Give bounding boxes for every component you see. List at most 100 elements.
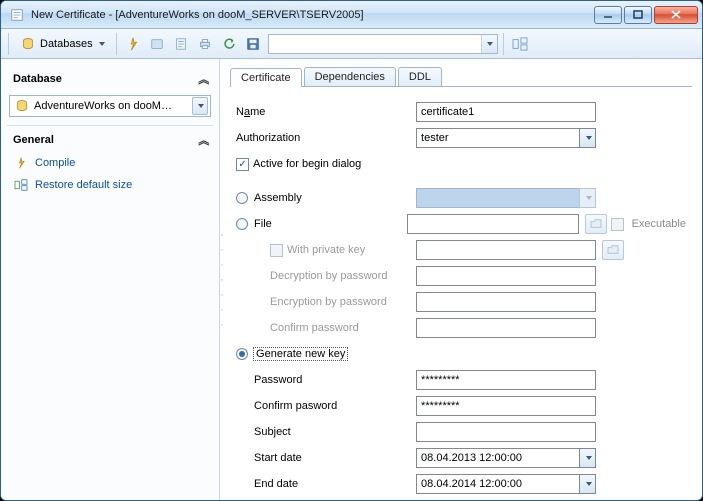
assembly-radio-row[interactable]: Assembly (236, 192, 416, 204)
separator (503, 33, 504, 55)
databases-label: Databases (40, 38, 93, 50)
browse-key-button (602, 240, 624, 260)
file-label: File (254, 218, 272, 230)
tab-ddl-label: DDL (409, 71, 431, 83)
subject-input[interactable] (416, 422, 596, 442)
window-title: New Certificate - [AdventureWorks on doo… (31, 9, 594, 21)
chevron-down-icon (487, 42, 493, 46)
authorization-value[interactable] (416, 128, 596, 148)
executable-checkbox (611, 218, 624, 231)
end-date-label: End date (236, 478, 416, 490)
authorization-select[interactable] (416, 128, 596, 148)
private-key-path-input (416, 240, 596, 260)
file-radio-row[interactable]: File (236, 218, 407, 230)
save-button[interactable] (242, 33, 264, 55)
toolbar-combo[interactable] (268, 34, 498, 54)
separator (116, 33, 117, 55)
app-icon (9, 7, 25, 23)
decryption-label: Decryption by password (236, 270, 416, 282)
sidebar: Database ︽ AdventureWorks on dooM… Gener… (1, 59, 220, 500)
titlebar[interactable]: New Certificate - [AdventureWorks on doo… (1, 1, 702, 29)
generate-radio[interactable] (236, 348, 248, 360)
active-checkbox-row[interactable]: ✓ Active for begin dialog (236, 158, 361, 171)
chevron-down-icon (579, 448, 596, 468)
chevron-down-icon (579, 188, 596, 208)
confirm-password2-input[interactable] (416, 396, 596, 416)
file-radio[interactable] (236, 218, 248, 230)
restore-size-button[interactable] (509, 33, 531, 55)
minimize-button[interactable] (594, 6, 622, 24)
lightning-icon (13, 155, 29, 171)
assembly-radio[interactable] (236, 192, 248, 204)
generate-radio-row[interactable]: Generate new key (236, 348, 416, 360)
tabs: Certificate Dependencies DDL (230, 65, 692, 87)
group-database[interactable]: Database ︽ (7, 67, 213, 91)
chevron-down-icon (579, 128, 596, 148)
restore-label: Restore default size (35, 179, 132, 191)
encryption-label: Encryption by password (236, 296, 416, 308)
toolbar-button-3[interactable] (170, 33, 192, 55)
start-date-label: Start date (236, 452, 416, 464)
confirm-password2-label: Confirm pasword (236, 400, 416, 412)
certificate-form: Name Authorization ✓ Active for begin di… (230, 87, 692, 500)
databases-dropdown[interactable]: Databases (14, 33, 111, 55)
password-label: Password (236, 374, 416, 386)
name-label: Name (236, 106, 416, 118)
compile-link[interactable]: Compile (7, 152, 213, 174)
separator (8, 33, 9, 55)
tab-certificate[interactable]: Certificate (230, 68, 302, 87)
chevron-down-icon (192, 97, 208, 115)
password-input[interactable] (416, 370, 596, 390)
with-private-key-row: With private key (236, 244, 416, 257)
executable-label: Executable (632, 218, 686, 230)
file-path-input (407, 214, 579, 234)
toolbar: Databases (1, 29, 702, 59)
with-private-key-label: With private key (287, 244, 365, 256)
main-panel: Certificate Dependencies DDL Name Author… (224, 59, 702, 500)
tab-certificate-label: Certificate (241, 72, 291, 84)
authorization-label: Authorization (236, 132, 416, 144)
assembly-select (416, 188, 596, 208)
confirm-password1-input (416, 318, 596, 338)
start-date-value[interactable] (416, 448, 596, 468)
divider (7, 125, 213, 126)
restore-icon (13, 177, 29, 193)
toolbar-button-2[interactable] (146, 33, 168, 55)
assembly-label: Assembly (254, 192, 302, 204)
maximize-button[interactable] (624, 6, 652, 24)
end-date-value[interactable] (416, 474, 596, 494)
compile-label: Compile (35, 157, 75, 169)
database-icon (20, 36, 36, 52)
encryption-input (416, 292, 596, 312)
with-private-key-checkbox (270, 244, 283, 257)
decryption-input (416, 266, 596, 286)
active-label: Active for begin dialog (253, 158, 361, 170)
active-checkbox[interactable]: ✓ (236, 158, 249, 171)
chevron-down-icon (579, 474, 596, 494)
tab-dependencies-label: Dependencies (315, 71, 385, 83)
end-date-picker[interactable] (416, 474, 596, 494)
assembly-value (416, 188, 596, 208)
tab-ddl[interactable]: DDL (398, 67, 442, 86)
group-general-label: General (13, 134, 54, 146)
restore-size-link[interactable]: Restore default size (7, 174, 213, 196)
generate-label: Generate new key (254, 348, 347, 360)
confirm-password1-label: Confirm password (236, 322, 416, 334)
close-button[interactable] (654, 6, 698, 24)
collapse-icon: ︽ (198, 132, 207, 148)
database-value: AdventureWorks on dooM… (34, 100, 188, 112)
group-database-label: Database (13, 73, 62, 85)
chevron-down-icon (99, 42, 105, 46)
name-input[interactable] (416, 102, 596, 122)
compile-button[interactable] (122, 33, 144, 55)
database-icon (14, 98, 30, 114)
start-date-picker[interactable] (416, 448, 596, 468)
refresh-button[interactable] (218, 33, 240, 55)
subject-label: Subject (236, 426, 416, 438)
print-button[interactable] (194, 33, 216, 55)
collapse-icon: ︽ (198, 71, 207, 87)
database-selector[interactable]: AdventureWorks on dooM… (9, 95, 211, 117)
group-general[interactable]: General ︽ (7, 128, 213, 152)
browse-file-button (585, 214, 607, 234)
tab-dependencies[interactable]: Dependencies (304, 67, 396, 86)
